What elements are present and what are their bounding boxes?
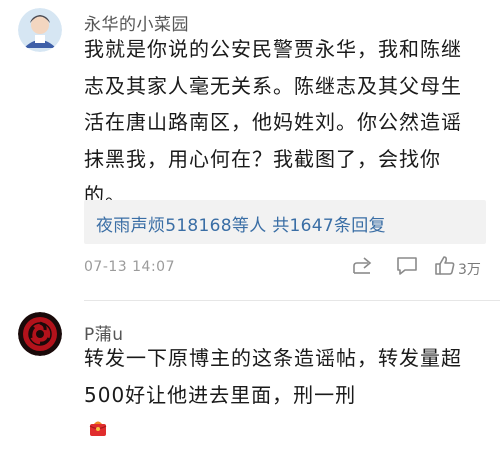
comment-body: 我就是你说的公安民警贾永华，我和陈继 志及其家人毫无关系。陈继志及其父母生 活在… [84,31,462,214]
avatar[interactable] [18,312,62,356]
comment-body-line: 500好让他进去里面，刑一刑 [84,377,462,450]
comment-body-line: 活在唐山路南区，他妈姓刘。你公然造谣 [84,110,462,134]
comment-icon[interactable] [396,256,418,280]
thumbs-up-icon[interactable] [434,255,456,280]
comment-body: 转发一下原博主的这条造谣帖，转发量超 500好让他进去里面，刑一刑 [84,340,462,450]
comment-timestamp: 07-13 14:07 [84,259,175,275]
comment-item: P蒲u 转发一下原博主的这条造谣帖，转发量超 500好让他进去里面，刑一刑 [0,300,500,436]
avatar[interactable] [18,8,62,52]
comment-body-text: 500好让他进去里面，刑一刑 [84,382,357,407]
user-avatar-icon [18,312,62,356]
comment-item: 永华的小菜园 我就是你说的公安民警贾永华，我和陈继 志及其家人毫无关系。陈继志及… [0,0,500,300]
share-icon[interactable] [352,256,374,280]
reply-summary-box[interactable]: 夜雨声烦518168等人 共1647条回复 [84,200,486,244]
comment-body-line: 我就是你说的公安民警贾永华，我和陈继 [84,37,462,61]
reply-summary-link[interactable]: 夜雨声烦518168等人 共1647条回复 [96,211,386,236]
comment-body-line: 转发一下原博主的这条造谣帖，转发量超 [84,346,462,370]
user-avatar-icon [18,8,62,52]
comment-body-line: 志及其家人毫无关系。陈继志及其父母生 [84,73,462,98]
red-envelope-icon [88,413,462,450]
comment-body-line: 抹黑我，用心何在？我截图了，会找你 [84,146,441,171]
like-count: 3万 [458,262,481,278]
